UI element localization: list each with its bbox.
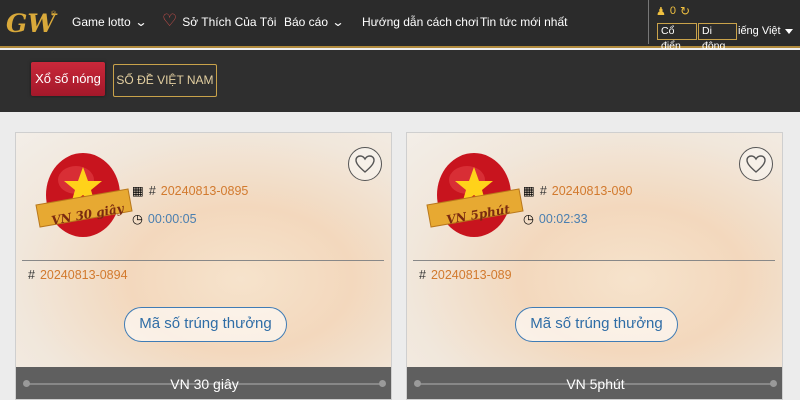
favorite-button[interactable] xyxy=(348,147,382,181)
countdown-row: ◷ 00:02:33 xyxy=(523,211,588,227)
divider xyxy=(22,260,384,261)
nav-how-to-play[interactable]: Hướng dẫn cách chơi xyxy=(362,15,479,29)
clock-icon: ◷ xyxy=(523,212,534,226)
nav-favorites[interactable]: ♡ Sở Thích Của Tôi xyxy=(162,11,277,30)
nav-game-lotto-label: Game lotto xyxy=(72,15,131,29)
tab-vietnam-lottery[interactable]: SỐ ĐỀ VIỆT NAM xyxy=(113,64,217,97)
previous-issue-number: 20240813-0894 xyxy=(39,268,128,282)
balance-display: ♟ 0 ↻ xyxy=(656,4,690,18)
nav-news[interactable]: Tin tức mới nhất xyxy=(480,15,567,29)
refresh-icon[interactable]: ↻ xyxy=(680,4,690,18)
countdown-row: ◷ 00:00:05 xyxy=(132,211,197,227)
winning-numbers-button[interactable]: Mã số trúng thưởng xyxy=(124,307,287,342)
game-name: VN 5phút xyxy=(566,376,625,392)
heart-outline-icon xyxy=(746,155,766,173)
game-card[interactable]: VN 5phút ▦ # 20240813-090 ◷ 00:02:33 # 2… xyxy=(406,132,783,400)
footer-dot xyxy=(770,380,777,387)
balance-value: 0 xyxy=(669,5,676,17)
nav-reports[interactable]: Báo cáo ⌄ xyxy=(284,15,345,29)
vietnam-flag-badge: VN 5phút xyxy=(426,153,524,237)
nav-favorites-label: Sở Thích Của Tôi xyxy=(182,15,277,29)
clock-icon: ◷ xyxy=(132,212,143,226)
chevron-down-icon: ⌄ xyxy=(134,15,148,29)
calendar-icon: ▦ xyxy=(132,184,144,198)
current-issue-row: ▦ # 20240813-0895 xyxy=(132,183,249,199)
hash-label: # xyxy=(148,183,156,198)
current-issue-number: 20240813-090 xyxy=(551,183,633,198)
user-icon: ♟ xyxy=(656,5,666,18)
svg-text:®: ® xyxy=(51,10,57,18)
current-issue-row: ▦ # 20240813-090 xyxy=(523,183,633,199)
current-issue-number: 20240813-0895 xyxy=(160,183,249,198)
heart-icon: ♡ xyxy=(162,11,178,30)
previous-issue-row: # 20240813-089 xyxy=(419,268,512,282)
gw-logo[interactable]: GW ® xyxy=(4,6,58,40)
nav-game-lotto[interactable]: Game lotto ⌄ xyxy=(72,15,148,29)
previous-issue-number: 20240813-089 xyxy=(430,268,512,282)
heart-outline-icon xyxy=(355,155,375,173)
hash-label: # xyxy=(28,268,35,282)
calendar-icon: ▦ xyxy=(523,184,535,198)
previous-issue-row: # 20240813-0894 xyxy=(28,268,128,282)
chevron-down-icon: ⌄ xyxy=(331,15,345,29)
footer-dot xyxy=(414,380,421,387)
game-name: VN 30 giây xyxy=(170,376,239,392)
footer-dot xyxy=(23,380,30,387)
vietnam-flag-badge: VN 30 giây xyxy=(35,153,133,237)
game-card[interactable]: VN 30 giây ▦ # 20240813-0895 ◷ 00:00:05 … xyxy=(15,132,392,400)
hash-label: # xyxy=(539,183,547,198)
caret-down-icon xyxy=(784,28,793,34)
tab-hot-lottery[interactable]: Xổ số nóng xyxy=(31,62,105,96)
language-selector[interactable]: iếng Việt xyxy=(738,25,793,37)
card-footer[interactable]: VN 30 giây xyxy=(16,367,391,399)
mode-classic-button[interactable]: Cổ điển xyxy=(657,23,697,52)
mode-mobile-button[interactable]: Di động xyxy=(698,23,737,52)
nav-how-to-play-label: Hướng dẫn cách chơi xyxy=(362,15,479,29)
winning-numbers-button[interactable]: Mã số trúng thưởng xyxy=(515,307,678,342)
language-label: iếng Việt xyxy=(738,25,781,37)
hash-label: # xyxy=(419,268,426,282)
footer-dot xyxy=(379,380,386,387)
nav-reports-label: Báo cáo xyxy=(284,15,329,29)
divider xyxy=(413,260,775,261)
favorite-button[interactable] xyxy=(739,147,773,181)
card-footer[interactable]: VN 5phút xyxy=(407,367,782,399)
nav-news-label: Tin tức mới nhất xyxy=(480,15,568,29)
countdown-timer: 00:02:33 xyxy=(538,211,588,226)
countdown-timer: 00:00:05 xyxy=(147,211,197,226)
top-navbar: GW ® Game lotto ⌄ ♡ Sở Thích Của Tôi Báo… xyxy=(0,0,800,52)
